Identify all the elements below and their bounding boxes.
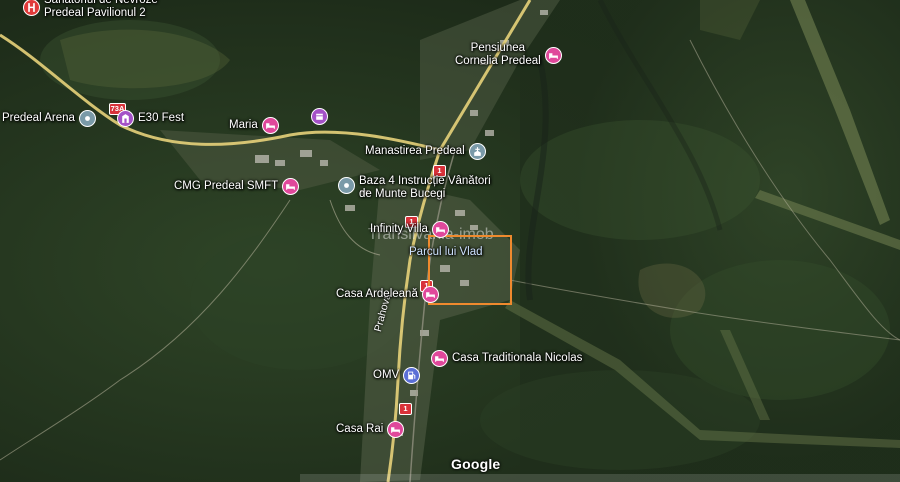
building-icon — [117, 110, 134, 127]
poi-manastirea-predeal[interactable]: Manastirea Predeal — [365, 143, 486, 160]
poi-label: Predeal Arena — [2, 112, 75, 124]
road-shield-1: 1 — [399, 403, 412, 415]
area-label: Parcul lui Vlad — [409, 246, 483, 258]
map-attribution-bar[interactable] — [300, 474, 900, 482]
bed-icon — [421, 286, 439, 303]
poi-casa-rai[interactable]: Casa Rai — [336, 421, 405, 438]
bed-icon — [282, 178, 300, 195]
hospital-icon — [23, 0, 40, 16]
poi-label: Casa Traditionala Nicolas — [452, 352, 583, 364]
bed-icon — [387, 421, 405, 438]
poi-label: Maria — [229, 119, 258, 131]
poi-casa-ardeleana[interactable]: Casa Ardeleană — [336, 286, 439, 303]
poi-label: Manastirea Predeal — [365, 145, 465, 157]
poi-omv[interactable]: OMV — [373, 367, 421, 384]
calendar-icon — [311, 108, 328, 125]
map-view[interactable]: 73A 1 1 1 1 Prahova Transilvania-imob Pa… — [0, 0, 900, 482]
poi-label: Casa Rai — [336, 423, 384, 435]
poi-maria[interactable]: Maria — [229, 117, 279, 134]
google-logo: Google — [451, 456, 501, 472]
poi-label: E30 Fest — [138, 112, 185, 124]
church-icon — [468, 143, 486, 160]
place-icon — [78, 110, 96, 127]
poi-label: Baza 4 Instrucție Vânători de Munte Buce… — [359, 175, 491, 200]
poi-label: Casa Ardeleană — [336, 288, 418, 300]
poi-casa-traditionala-nicolas[interactable]: Casa Traditionala Nicolas — [431, 350, 582, 367]
bed-icon — [544, 46, 562, 64]
poi-predeal-arena[interactable]: Predeal Arena — [2, 110, 96, 127]
poi-pensiunea-cornelia[interactable]: Pensiunea Cornelia Predeal — [455, 42, 562, 68]
poi-venue[interactable] — [311, 108, 332, 125]
poi-sanatoriul-de-nevroze[interactable]: Sanatoriul de Nevroze Predeal Pavilionul… — [23, 0, 158, 20]
poi-label: Sanatoriul de Nevroze Predeal Pavilionul… — [44, 0, 158, 19]
poi-infinity-villa[interactable]: Infinity Villa — [370, 221, 449, 238]
poi-e30-fest[interactable]: E30 Fest — [117, 110, 184, 127]
poi-baza-4-instructie[interactable]: Baza 4 Instrucție Vânători de Munte Buce… — [338, 175, 491, 201]
bed-icon — [431, 221, 449, 238]
poi-label: Infinity Villa — [370, 223, 428, 235]
poi-label: Pensiunea Cornelia Predeal — [455, 42, 541, 67]
place-icon — [338, 177, 355, 194]
poi-label: CMG Predeal SMFT — [174, 180, 279, 192]
fuel-icon — [403, 367, 421, 384]
poi-label: OMV — [373, 369, 400, 381]
poi-cmg-predeal-smft[interactable]: CMG Predeal SMFT — [174, 178, 300, 195]
bed-icon — [431, 350, 448, 367]
bed-icon — [261, 117, 279, 134]
